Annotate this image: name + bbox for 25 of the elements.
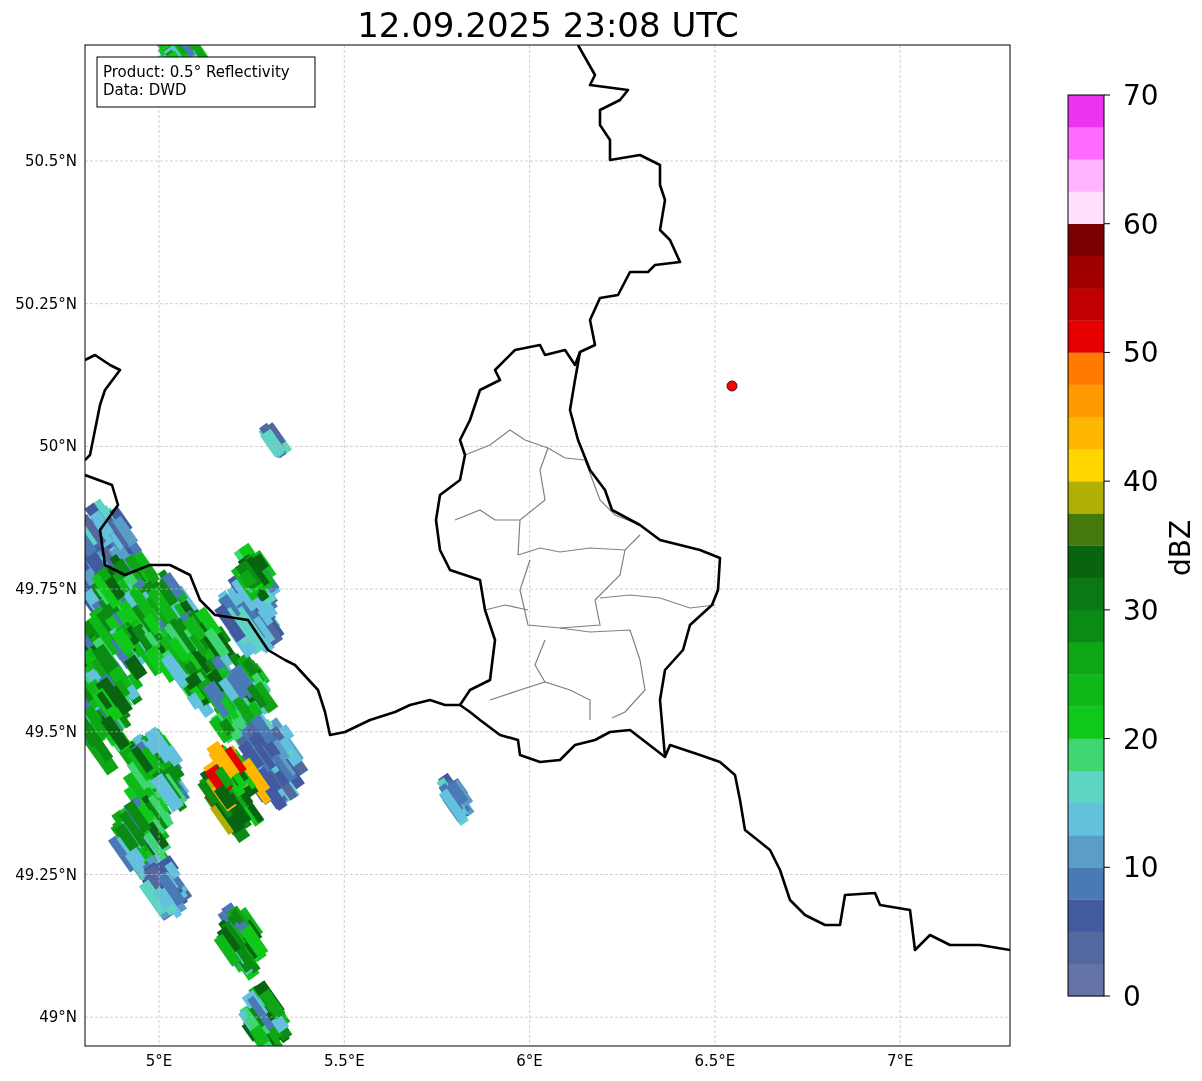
longitude-label: 5°E (145, 1052, 173, 1070)
colorbar-tick-label: 40 (1123, 465, 1159, 499)
legend-text: Product: 0.5° Reflectivity (103, 63, 290, 81)
colorbar-label: dBZ (1164, 519, 1197, 577)
latitude-label: 49.75°N (15, 580, 77, 599)
latitude-label: 49.5°N (24, 722, 77, 741)
location-marker (726, 380, 738, 392)
latitude-label: 50.25°N (15, 294, 77, 313)
latitude-label: 50.5°N (24, 152, 77, 170)
colorbar-tick-label: 20 (1123, 722, 1159, 756)
colorbar-tick-label: 30 (1123, 593, 1159, 627)
longitude-label: 5.5°E (323, 1052, 365, 1070)
longitude-label: 6.5°E (694, 1052, 736, 1070)
chart-title: 12.09.2025 23:08 UTC (357, 5, 739, 45)
colorbar-tick-label: 50 (1123, 336, 1159, 370)
colorbar-tick-label: 10 (1123, 851, 1159, 885)
latitude-label: 50°N (39, 437, 77, 456)
colorbar-tick-label: 70 (1123, 79, 1159, 112)
colorbar-tick-label: 60 (1123, 207, 1159, 241)
legend-text: Data: DWD (103, 81, 187, 99)
latitude-label: 49°N (39, 1008, 77, 1027)
latitude-label: 49.25°N (15, 865, 77, 884)
longitude-label: 7°E (886, 1052, 914, 1070)
longitude-label: 6°E (516, 1052, 543, 1070)
colorbar-tick-label: 0 (1123, 980, 1141, 1013)
